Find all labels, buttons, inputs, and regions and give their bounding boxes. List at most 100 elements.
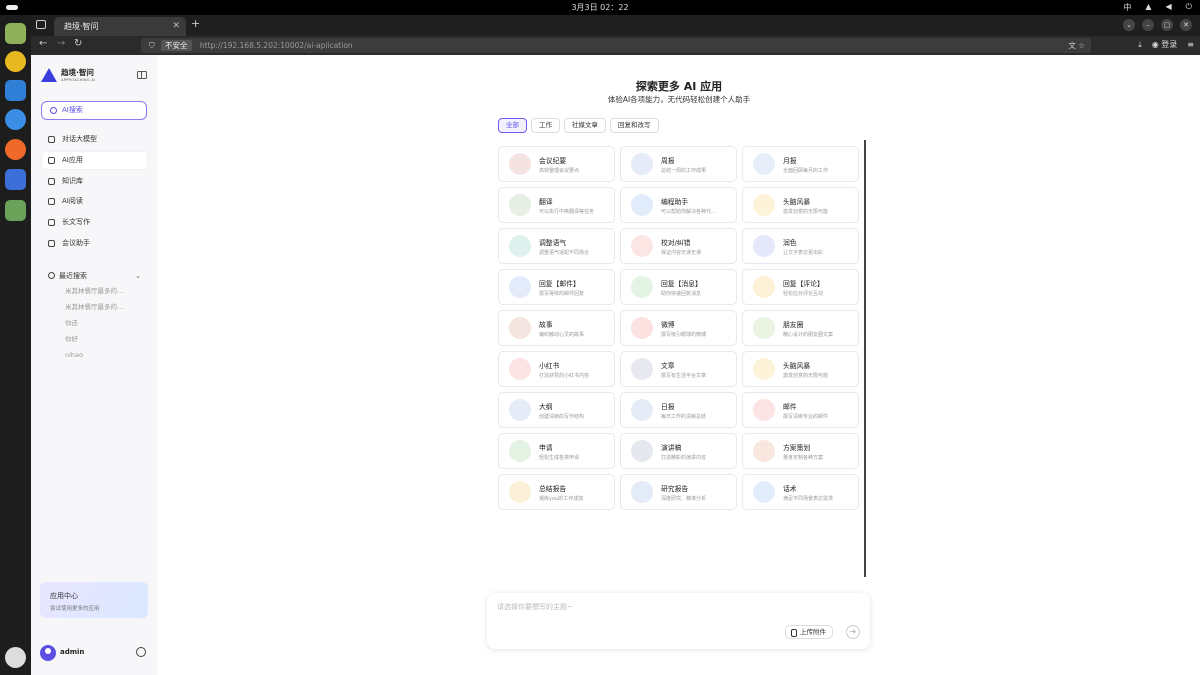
app-card[interactable]: 周报 总结一周的工作成果 [620,146,737,182]
sidebar-item-knowledge[interactable]: 知识库 [42,173,147,190]
app-card[interactable]: 故事 编织触动心灵的故事 [498,310,615,346]
app-card[interactable]: 总结报告 凝练you的工作成效 [498,474,615,510]
app-card[interactable]: 大纲 创建清晰的写作结构 [498,392,615,428]
minimize-button[interactable]: – [1142,19,1154,31]
app-card[interactable]: 调整语气 调整语气适配不同场合 [498,228,615,264]
download-icon[interactable]: ⤓ [1138,40,1142,50]
scrollbar[interactable] [864,140,866,577]
maximize-button[interactable]: ▢ [1161,19,1173,31]
back-button[interactable]: ← [39,38,47,49]
avatar[interactable] [40,645,56,661]
app-card[interactable]: 申请 轻松生成各类申请 [498,433,615,469]
url-text[interactable]: http://192.168.5.202:10002/ai-aplication [200,41,353,50]
recent-item[interactable]: 你好 [42,331,147,347]
app-card[interactable]: 研究报告 深度研究、精准分析 [620,474,737,510]
forward-button[interactable]: → [57,38,65,49]
power-icon[interactable]: ⏻ [1186,2,1192,13]
app-description: 精心设计的朋友圈文案 [783,332,834,338]
system-top-bar: 3月3日 02：22 中 ▲ ◀ ⏻ [0,0,1200,15]
ai-search-button[interactable]: AI搜索 [41,101,147,120]
app-card[interactable]: 演讲稿 打造精彩的演讲内容 [620,433,737,469]
filter-all[interactable]: 全部 [498,118,527,133]
browser-actions: ⤓ ◉ 登录 ≡ [1138,39,1194,50]
app-icon [753,440,775,462]
browser-tab[interactable]: 趋境·智问 ✕ [54,17,186,36]
logo[interactable]: 趋境·智问 APPROACHING.AI [41,67,95,82]
shield-icon[interactable]: ⛉ [149,41,155,50]
files-app-icon[interactable] [5,23,26,44]
filter-work[interactable]: 工作 [531,118,560,133]
app-card[interactable]: 话术 满足不同场景表达需求 [742,474,859,510]
app-card[interactable]: 月报 全面回顾每月的工作 [742,146,859,182]
app-card[interactable]: 头脑风暴 激发创意的无限可能 [742,187,859,223]
address-bar[interactable]: ⛉ 不安全 http://192.168.5.202:10002/ai-apli… [141,38,1091,53]
app-card[interactable]: 文章 撰写有生活平台文章 [620,351,737,387]
app-card[interactable]: 朋友圈 精心设计的朋友圈文案 [742,310,859,346]
writer-app-icon[interactable] [5,80,26,101]
show-apps-icon[interactable] [5,647,26,668]
app-icon [631,440,653,462]
reload-button[interactable]: ↻ [74,38,82,49]
help-app-icon[interactable] [5,109,26,130]
sidebar-item-long-writing[interactable]: 长文写作 [42,214,147,231]
sidebar-item-ai-apps[interactable]: AI应用 [42,151,147,169]
input-method-indicator[interactable]: 中 [1123,2,1131,13]
app-card[interactable]: 会议纪要 高效整理会议要点 [498,146,615,182]
app-card[interactable]: 回复【消息】 助你快速回复消息 [620,269,737,305]
volume-icon[interactable]: ◀ [1166,2,1172,13]
app-description: 打造精彩的演讲内容 [661,455,707,461]
app-icon [509,440,531,462]
app-card[interactable]: 回复【评论】 轻松应对评论互动 [742,269,859,305]
close-window-button[interactable]: ✕ [1180,19,1192,31]
app-card[interactable]: 微博 撰写吸引眼球的微博 [620,310,737,346]
system-tray[interactable]: 中 ▲ ◀ ⏻ [1123,2,1192,13]
insecure-badge[interactable]: 不安全 [161,40,192,51]
menu-icon[interactable]: ≡ [1187,40,1194,49]
app-card[interactable]: 日报 每日工作的清晰总结 [620,392,737,428]
firefox-app-icon[interactable] [5,139,26,160]
app-card[interactable]: 翻译 可以执行中英翻译等任务 [498,187,615,223]
music-app-icon[interactable] [5,51,26,72]
prompt-input[interactable]: 请选择你要撰写的主题~ [497,602,573,612]
app-icon [753,317,775,339]
system-clock[interactable]: 3月3日 02：22 [0,2,1200,13]
app-card[interactable]: 编程助手 可以帮助你解决各种代... [620,187,737,223]
close-tab-icon[interactable]: ✕ [172,17,180,36]
login-button[interactable]: ◉ 登录 [1152,39,1178,50]
new-tab-button[interactable]: + [191,17,200,30]
recent-item[interactable]: nihao [42,347,147,363]
screenshot-app-icon[interactable] [5,169,26,190]
gear-icon[interactable] [136,647,146,657]
trash-icon[interactable] [5,200,26,221]
app-name: 邮件 [783,403,797,411]
sidebar-item-ai-reading[interactable]: AI阅读 [42,193,147,210]
app-icon [753,276,775,298]
app-name: 研究报告 [661,485,689,493]
sidebar-item-chat[interactable]: 对话大模型 [42,131,147,148]
grid-icon [48,156,55,164]
recent-item[interactable]: 米其林餐厅最多的... [42,283,147,299]
app-card[interactable]: 邮件 撰写清晰专业的邮件 [742,392,859,428]
network-icon[interactable]: ▲ [1145,2,1151,13]
recent-item[interactable]: 你还 [42,315,147,331]
app-card[interactable]: 小红书 打造获赞的小红书内容 [498,351,615,387]
tab-overview-icon[interactable] [36,20,46,29]
app-name: 翻译 [539,198,553,206]
sidebar-toggle-icon[interactable] [137,71,147,79]
app-card[interactable]: 校对/纠错 保证内容无误无误 [620,228,737,264]
send-button[interactable]: ➜ [846,625,860,639]
upload-attachment-button[interactable]: 上传附件 [785,625,833,639]
app-card[interactable]: 润色 让文字表达更出彩 [742,228,859,264]
recent-searches-header[interactable]: 最近搜索 ⌄ [42,269,147,283]
filter-social[interactable]: 社媒文章 [564,118,606,133]
recent-item[interactable]: 米其林餐厅最多的... [42,299,147,315]
app-center-promo[interactable]: 应用中心 尝试使用更多的应用 [40,582,148,618]
app-card[interactable]: 头脑风暴 激发创意的无限可能 [742,351,859,387]
app-icon [509,481,531,503]
chevron-down-icon[interactable]: ⌄ [1123,19,1135,31]
app-card[interactable]: 方案策划 量身定制各种方案 [742,433,859,469]
filter-reply-rewrite[interactable]: 回复和改写 [610,118,659,133]
app-card[interactable]: 回复【邮件】 撰写得体的邮件回复 [498,269,615,305]
sidebar-item-meeting[interactable]: 会议助手 [42,235,147,252]
translate-icon[interactable]: 文 ☆ [1068,38,1085,53]
